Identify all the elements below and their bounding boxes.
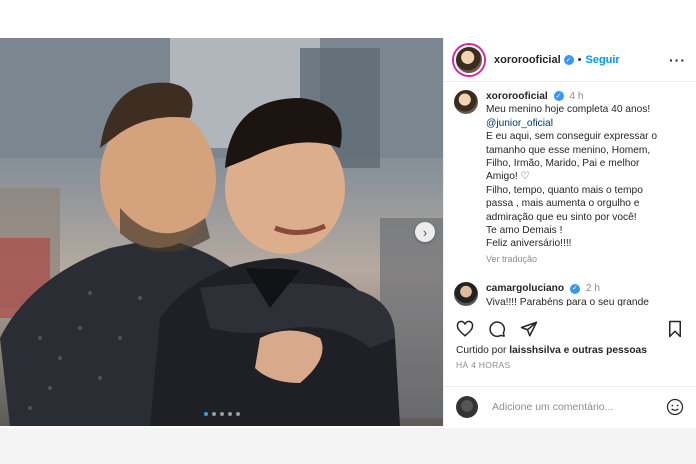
follow-button[interactable]: Seguir: [585, 54, 619, 66]
separator-dot: •: [577, 53, 582, 66]
instagram-post: › xororooficial ✓ • Seguir ··· xororoofi…: [0, 38, 696, 426]
more-options-icon[interactable]: ···: [669, 52, 686, 68]
post-header: xororooficial ✓ • Seguir ···: [444, 38, 696, 82]
send-icon[interactable]: [520, 320, 538, 338]
caption-line: Meu menino hoje completa 40 anos!: [486, 104, 651, 116]
caption-line: E eu aqui, sem conseguir expressar o: [486, 131, 658, 143]
mention-link[interactable]: @junior_oficial: [486, 118, 553, 129]
verified-icon: ✓: [569, 283, 580, 294]
avatar[interactable]: [454, 90, 478, 114]
comment-text: Viva!!!! Parabéns para o seu grande: [486, 296, 649, 306]
heart-icon[interactable]: [456, 320, 474, 338]
action-bar: [444, 316, 696, 342]
header-username[interactable]: xororooficial: [494, 54, 561, 66]
emoji-icon[interactable]: [666, 398, 684, 416]
post-date: HÁ 4 HORAS: [456, 360, 511, 370]
comment-body: camargoluciano ✓ 2 h Viva!!!! Parabéns p…: [486, 282, 649, 306]
caption-username[interactable]: xororooficial: [486, 91, 548, 102]
likes-suffix[interactable]: e outras pessoas: [564, 345, 647, 356]
caption-line: Te amo Demais !: [486, 225, 563, 237]
carousel-dots: [203, 412, 240, 416]
post-side-panel: xororooficial ✓ • Seguir ··· xororoofici…: [443, 38, 696, 426]
caption-body: xororooficial ✓ 4 h Meu menino hoje comp…: [486, 90, 657, 266]
comment-time: 2 h: [585, 283, 600, 295]
post-photo[interactable]: ›: [0, 38, 443, 426]
carousel-dot: [203, 412, 208, 416]
comment-icon[interactable]: [488, 320, 506, 338]
comment-input[interactable]: [490, 400, 654, 414]
avatar[interactable]: [454, 44, 484, 75]
carousel-dot: [211, 412, 216, 416]
chevron-right-icon: ›: [422, 224, 428, 240]
caption: xororooficial ✓ 4 h Meu menino hoje comp…: [444, 86, 696, 266]
liked-by-user[interactable]: laisshsilva: [509, 345, 561, 356]
avatar: [456, 396, 478, 418]
caption-line: Amigo! ♡: [486, 171, 530, 183]
likes-prefix: Curtido por: [456, 345, 507, 356]
caption-line: tamanho que esse menino, Homem,: [486, 144, 651, 156]
photo-illustration: [0, 38, 443, 426]
avatar[interactable]: [454, 282, 478, 306]
caption-line: Filho, tempo, quanto mais o tempo: [486, 184, 643, 196]
see-translation-link[interactable]: Ver tradução: [486, 253, 657, 266]
caption-line: Feliz aniversário!!!!: [486, 238, 572, 250]
bookmark-icon[interactable]: [666, 320, 684, 338]
comments-list: xororooficial ✓ 4 h Meu menino hoje comp…: [444, 86, 696, 306]
comment-username[interactable]: camargoluciano: [486, 283, 564, 294]
carousel-dot: [219, 412, 224, 416]
caption-line: passa , mais aumenta o orgulho e: [486, 198, 640, 210]
add-comment-bar: [444, 386, 696, 427]
caption-line: admiração que eu sinto por você!: [486, 211, 637, 223]
comment-item: camargoluciano ✓ 2 h Viva!!!! Parabéns p…: [444, 278, 696, 306]
likes-summary: Curtido por laisshsilva e outras pessoas: [456, 345, 647, 356]
carousel-next-button[interactable]: ›: [415, 222, 435, 242]
verified-icon: ✓: [553, 91, 564, 102]
verified-icon: ✓: [563, 54, 574, 65]
caption-time: 4 h: [569, 91, 584, 102]
carousel-dot: [235, 412, 240, 416]
caption-line: Filho, Irmão, Marido, Pai e melhor: [486, 158, 640, 170]
carousel-dot: [227, 412, 232, 416]
page-bottom-strip: [0, 428, 696, 464]
